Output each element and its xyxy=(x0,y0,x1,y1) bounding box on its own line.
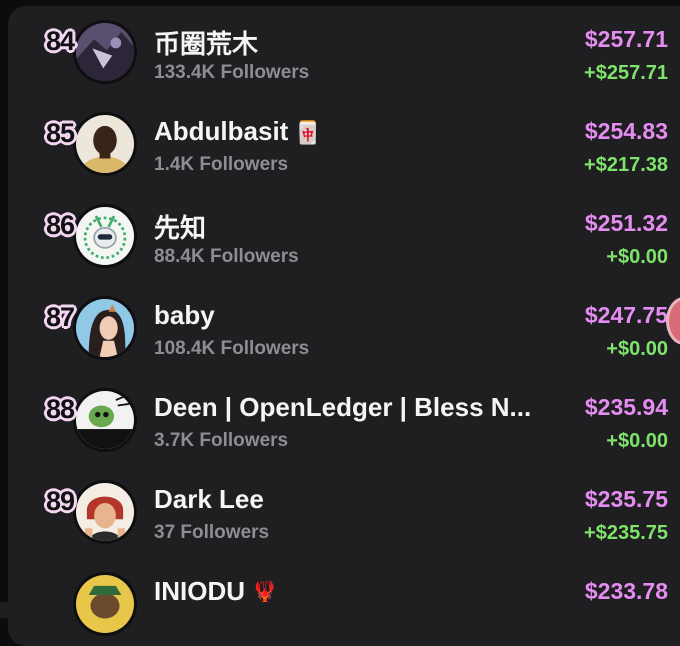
user-name: 先知 xyxy=(154,208,554,245)
earnings-amount: $235.94 xyxy=(584,394,668,420)
earnings-delta: +$235.75 xyxy=(584,522,668,544)
leaderboard-row[interactable]: 84 币圈荒木 133.4K Followers $257.71 +$257.7… xyxy=(8,6,680,92)
user-name: Dark Lee xyxy=(154,484,554,515)
avatar[interactable] xyxy=(73,572,137,636)
follower-count: 1.4K Followers xyxy=(154,154,289,175)
earnings-amount: $257.71 xyxy=(584,26,668,52)
leaderboard-row[interactable]: 87 baby 108.4K Followers $247.75 +$0.00 xyxy=(8,276,680,368)
user-name-text: 先知 xyxy=(154,213,207,243)
leaderboard-row[interactable]: 88 Deen | OpenLedger | Bless N... 3.7K F… xyxy=(8,368,680,460)
earnings-delta: +$0.00 xyxy=(606,338,668,360)
follower-count: 37 Followers xyxy=(154,522,270,543)
user-name: Deen | OpenLedger | Bless N... xyxy=(154,392,554,423)
earnings-delta: +$0.00 xyxy=(606,246,668,268)
rank-number: 84 xyxy=(45,26,75,56)
user-name: Abdulbasit 🀄 xyxy=(154,116,554,147)
earnings-amount: $251.32 xyxy=(584,210,668,236)
mahjong-icon: 🀄 xyxy=(294,120,322,145)
earnings-amount: $247.75 xyxy=(584,302,668,328)
rank-number: 89 xyxy=(45,486,75,516)
leaderboard-row[interactable]: INIODU 🦞 $233.78 xyxy=(8,552,680,644)
follower-count: 133.4K Followers xyxy=(154,62,310,83)
earnings-amount: $254.83 xyxy=(584,118,668,144)
rank-number: 88 xyxy=(45,394,75,424)
leaderboard-panel: 84 币圈荒木 133.4K Followers $257.71 +$257.7… xyxy=(8,6,680,646)
user-name-text: Dark Lee xyxy=(154,484,264,514)
leaderboard-row[interactable]: 89 Dark Lee 37 Followers $235.75 +$235.7… xyxy=(8,460,680,552)
user-name-text: Abdulbasit xyxy=(154,116,289,146)
earnings-delta: +$257.71 xyxy=(584,62,668,84)
user-name-text: 币圈荒木 xyxy=(154,29,259,59)
rank-number: 86 xyxy=(45,210,75,240)
leaderboard-row[interactable]: 86 先知 88.4K Followers $251.32 +$0.00 xyxy=(8,184,680,276)
follower-count: 3.7K Followers xyxy=(154,430,289,451)
user-name-text: Deen | OpenLedger | Bless N... xyxy=(154,392,532,422)
earnings-amount: $235.75 xyxy=(584,486,668,512)
earnings-delta: +$217.38 xyxy=(584,154,668,176)
follower-count: 108.4K Followers xyxy=(154,338,310,359)
rank-number: 87 xyxy=(45,302,75,332)
user-name-text: baby xyxy=(154,300,215,330)
earnings-amount: $233.78 xyxy=(584,578,668,604)
follower-count: 88.4K Followers xyxy=(154,246,299,267)
leaderboard-row[interactable]: 85 Abdulbasit 🀄 1.4K Followers $254.83 +$… xyxy=(8,92,680,184)
user-name: baby xyxy=(154,300,554,331)
earnings-delta: +$0.00 xyxy=(606,430,668,452)
rank-number: 85 xyxy=(45,118,75,148)
user-name: 币圈荒木 xyxy=(154,24,554,61)
